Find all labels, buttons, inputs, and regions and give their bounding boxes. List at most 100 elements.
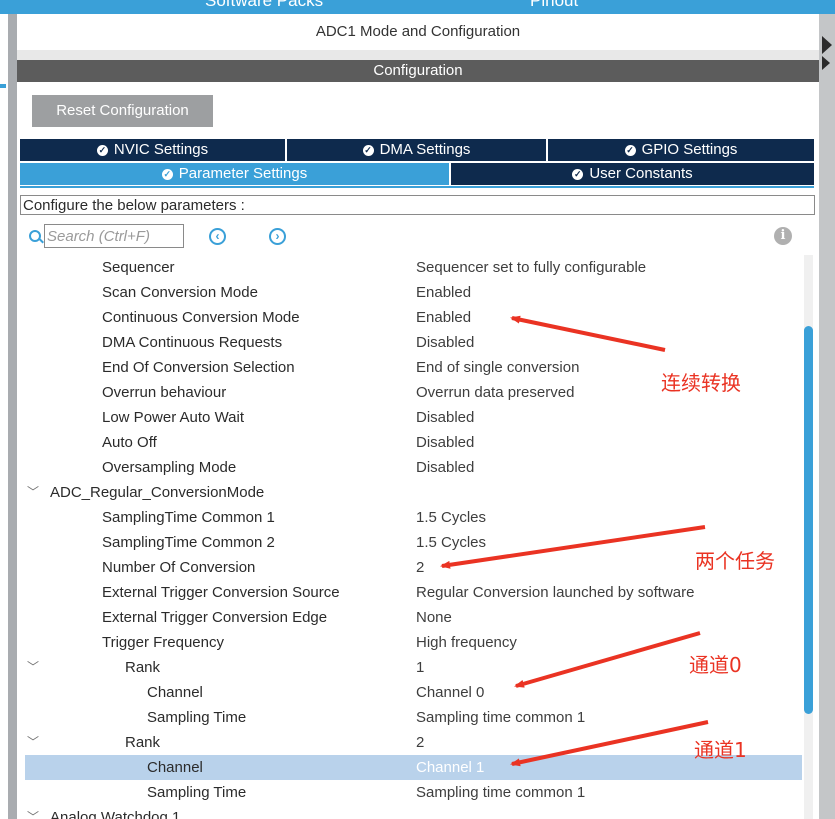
param-value[interactable]: Sampling time common 1 (416, 780, 585, 805)
tab-gpio-settings[interactable]: ✓ GPIO Settings (548, 139, 814, 161)
param-value[interactable]: Channel 1 (416, 755, 484, 780)
chevron-down-icon[interactable]: ﹀ (27, 805, 39, 819)
mode-panel-header: ADC1 Mode and Configuration (17, 14, 819, 51)
collapse-arrow-icon[interactable] (822, 36, 832, 54)
param-row-sampling-time-common-1[interactable]: SamplingTime Common 1 1.5 Cycles (25, 505, 802, 530)
param-value[interactable]: Sampling time common 1 (416, 705, 585, 730)
param-row-trigger-frequency[interactable]: Trigger Frequency High frequency (25, 630, 802, 655)
param-row-rank-2[interactable]: ﹀ Rank 2 (25, 730, 802, 755)
panel-divider (17, 50, 819, 60)
param-value[interactable]: Sequencer set to fully configurable (416, 255, 646, 280)
param-value[interactable]: Disabled (416, 430, 474, 455)
search-input[interactable] (44, 224, 184, 248)
param-name: External Trigger Conversion Edge (102, 609, 328, 626)
tab-user-constants[interactable]: ✓ User Constants (451, 163, 814, 185)
group-row-adc-regular-conversion-mode[interactable]: ﹀ ADC_Regular_ConversionMode (25, 480, 802, 505)
param-value[interactable]: Enabled (416, 280, 471, 305)
param-name: Low Power Auto Wait (102, 409, 245, 426)
param-value[interactable]: 1.5 Cycles (416, 505, 486, 530)
check-circle-icon: ✓ (624, 145, 636, 156)
param-name: Rank (125, 659, 161, 676)
param-name: Rank (125, 734, 161, 751)
software-packs-menu[interactable]: Software Packs (205, 0, 323, 11)
right-splitter[interactable] (819, 14, 835, 819)
check-circle-icon: ✓ (572, 169, 584, 180)
param-row-rank-1-channel[interactable]: Channel Channel 0 (25, 680, 802, 705)
param-value[interactable]: 2 (416, 730, 424, 755)
tab-dma-settings[interactable]: ✓ DMA Settings (287, 139, 546, 161)
info-icon[interactable]: i (774, 227, 792, 245)
group-name: ADC_Regular_ConversionMode (50, 484, 265, 501)
pinout-menu[interactable]: Pinout (530, 0, 578, 11)
param-row-external-trigger-source[interactable]: External Trigger Conversion Source Regul… (25, 580, 802, 605)
param-name: External Trigger Conversion Source (102, 584, 340, 601)
param-row-number-of-conversion[interactable]: Number Of Conversion 2 (25, 555, 802, 580)
group-row-analog-watchdog-1[interactable]: ﹀ Analog Watchdog 1 (25, 805, 802, 819)
param-value[interactable]: Disabled (416, 405, 474, 430)
param-name: Oversampling Mode (102, 459, 237, 476)
param-value[interactable]: 1.5 Cycles (416, 530, 486, 555)
annotation-channel-1: 通道1 (694, 738, 747, 762)
parameters-description: Configure the below parameters : (20, 195, 815, 215)
param-row-rank-2-channel[interactable]: Channel Channel 1 (25, 755, 802, 780)
param-row-low-power-auto-wait[interactable]: Low Power Auto Wait Disabled (25, 405, 802, 430)
annotation-continuous-conversion: 连续转换 (661, 371, 741, 395)
param-row-oversampling-mode[interactable]: Oversampling Mode Disabled (25, 455, 802, 480)
param-value[interactable]: 2 (416, 555, 424, 580)
tab-label: DMA Settings (379, 141, 471, 158)
param-value[interactable]: Channel 0 (416, 680, 484, 705)
param-row-continuous-conversion-mode[interactable]: Continuous Conversion Mode Enabled (25, 305, 802, 330)
param-value[interactable]: None (416, 605, 452, 630)
param-value[interactable]: Enabled (416, 305, 471, 330)
tab-parameter-settings[interactable]: ✓ Parameter Settings (20, 163, 449, 185)
param-row-sequencer[interactable]: Sequencer Sequencer set to fully configu… (25, 255, 802, 280)
search-next-icon[interactable]: › (269, 228, 286, 245)
tab-label: User Constants (589, 165, 693, 182)
param-value[interactable]: Disabled (416, 330, 474, 355)
annotation-channel-0: 通道0 (689, 653, 742, 677)
annotation-two-tasks: 两个任务 (695, 549, 775, 573)
scrollbar-thumb[interactable] (804, 326, 813, 714)
search-row: ‹ › i (20, 223, 815, 249)
param-name: Trigger Frequency (102, 634, 224, 651)
param-name: SamplingTime Common 1 (102, 509, 275, 526)
chevron-down-icon[interactable]: ﹀ (27, 655, 39, 680)
panel-title: ADC1 Mode and Configuration (315, 23, 521, 40)
chevron-down-icon[interactable]: ﹀ (27, 730, 39, 755)
tab-nvic-settings[interactable]: ✓ NVIC Settings (20, 139, 285, 161)
param-name: Number Of Conversion (102, 559, 256, 576)
param-value[interactable]: High frequency (416, 630, 517, 655)
param-value[interactable]: 1 (416, 655, 424, 680)
tab-label: Parameter Settings (178, 165, 308, 182)
tab-label: GPIO Settings (641, 141, 738, 158)
search-previous-icon[interactable]: ‹ (209, 228, 226, 245)
param-value[interactable]: Overrun data preserved (416, 380, 574, 405)
expand-arrow-icon[interactable] (822, 56, 830, 70)
param-value[interactable]: Disabled (416, 455, 474, 480)
param-row-rank-1[interactable]: ﹀ Rank 1 (25, 655, 802, 680)
param-name: Channel (147, 684, 203, 701)
param-value[interactable]: Regular Conversion launched by software (416, 580, 695, 605)
left-splitter[interactable] (8, 14, 17, 819)
param-name: SamplingTime Common 2 (102, 534, 275, 551)
param-row-dma-continuous-requests[interactable]: DMA Continuous Requests Disabled (25, 330, 802, 355)
param-row-external-trigger-edge[interactable]: External Trigger Conversion Edge None (25, 605, 802, 630)
reset-configuration-button[interactable]: Reset Configuration (32, 95, 213, 127)
check-circle-icon: ✓ (362, 145, 374, 156)
param-row-sampling-time-common-2[interactable]: SamplingTime Common 2 1.5 Cycles (25, 530, 802, 555)
param-row-scan-conversion-mode[interactable]: Scan Conversion Mode Enabled (25, 280, 802, 305)
param-row-rank-1-sampling-time[interactable]: Sampling Time Sampling time common 1 (25, 705, 802, 730)
param-name: Continuous Conversion Mode (102, 309, 300, 326)
param-row-rank-2-sampling-time[interactable]: Sampling Time Sampling time common 1 (25, 780, 802, 805)
param-value[interactable]: End of single conversion (416, 355, 579, 380)
parameter-tree: Sequencer Sequencer set to fully configu… (25, 255, 802, 819)
search-icon[interactable] (29, 230, 41, 242)
param-name: Scan Conversion Mode (102, 284, 258, 301)
param-name: DMA Continuous Requests (102, 334, 283, 351)
param-name: Auto Off (102, 434, 157, 451)
param-name: Sampling Time (147, 784, 247, 801)
left-accent (0, 84, 6, 88)
chevron-down-icon[interactable]: ﹀ (27, 480, 39, 505)
param-name: Overrun behaviour (102, 384, 227, 401)
param-row-auto-off[interactable]: Auto Off Disabled (25, 430, 802, 455)
